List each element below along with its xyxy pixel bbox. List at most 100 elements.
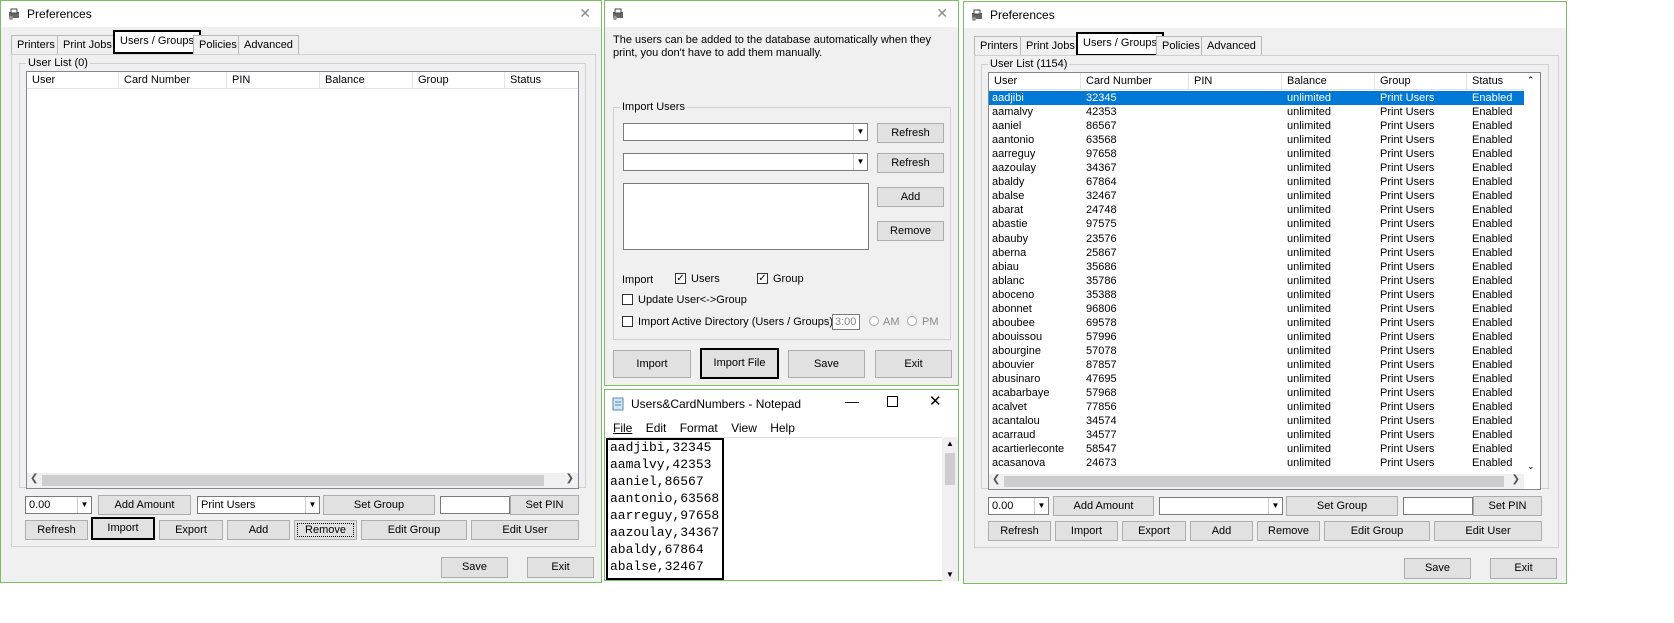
add-button[interactable]: Add (877, 187, 944, 207)
refresh-button[interactable]: Refresh (25, 520, 88, 540)
table-row[interactable]: abonnet 96806 unlimited Print Users Enabled (989, 302, 1524, 316)
set-group-button[interactable]: Set Group (323, 495, 435, 515)
scroll-down-icon[interactable]: ▼ (946, 570, 954, 579)
column-balance[interactable]: Balance (1282, 73, 1375, 90)
table-row[interactable]: acartierleconte 58547 unlimited Print Users… (989, 442, 1524, 456)
edit-user-button[interactable]: Edit User (471, 520, 579, 540)
import-button[interactable]: Import (613, 350, 691, 378)
vertical-scrollbar[interactable]: ⌃ ⌄ (1524, 73, 1540, 474)
menu-edit[interactable]: Edit (646, 421, 667, 435)
edit-group-button[interactable]: Edit Group (1324, 521, 1430, 541)
table-row[interactable]: abouissou 57996 unlimited Print Users Enable… (989, 330, 1524, 344)
menu-help[interactable]: Help (770, 421, 795, 435)
notepad-text-area[interactable]: aadjibi,32345 aamalvy,42353 aaniel,86567… (605, 437, 943, 581)
maximize-icon[interactable] (887, 396, 898, 407)
table-row[interactable]: acarraud 34577 unlimited Print Users Enabled (989, 428, 1524, 442)
table-row[interactable]: abaldy 67864 unlimited Print Users Enabled (989, 175, 1524, 189)
column-user[interactable]: User (27, 72, 119, 89)
table-row[interactable]: aadjibi 32345 unlimited Print Users Enabled (989, 91, 1525, 106)
column-status[interactable]: Status (1467, 73, 1525, 90)
table-row[interactable]: abouvier 87857 unlimited Print Users Enabled (989, 358, 1524, 372)
scroll-up-icon[interactable]: ▲ (946, 439, 954, 448)
tab-printers[interactable]: Printers (11, 35, 61, 55)
horizontal-scrollbar[interactable]: ❮ ❯ (989, 474, 1524, 489)
tab-advanced[interactable]: Advanced (1201, 36, 1262, 56)
am-radio[interactable] (869, 316, 879, 326)
import-button[interactable]: Import (1055, 521, 1118, 541)
column-pin[interactable]: PIN (1189, 73, 1282, 90)
import-file-button[interactable]: Import File (700, 348, 779, 379)
tab-advanced[interactable]: Advanced (238, 35, 299, 55)
column-group[interactable]: Group (1375, 73, 1467, 90)
column-status[interactable]: Status (505, 72, 579, 89)
amount-select[interactable]: 0.00 ▼ (988, 497, 1049, 515)
save-button[interactable]: Save (788, 350, 865, 378)
group-select[interactable]: ▼ (1159, 497, 1283, 515)
scroll-right-icon[interactable]: ❯ (566, 473, 574, 484)
scroll-thumb[interactable] (1004, 476, 1504, 487)
set-pin-button[interactable]: Set PIN (1473, 496, 1542, 516)
column-card-number[interactable]: Card Number (119, 72, 227, 89)
scroll-left-icon[interactable]: ❮ (992, 474, 1000, 485)
tab-print-jobs[interactable]: Print Jobs (57, 35, 118, 55)
scroll-up-icon[interactable]: ⌃ (1527, 75, 1535, 86)
user-list-table[interactable]: User Card Number PIN Balance Group Statu… (988, 72, 1541, 490)
refresh-button[interactable]: Refresh (988, 521, 1051, 541)
column-card-number[interactable]: Card Number (1081, 73, 1189, 90)
edit-group-button[interactable]: Edit Group (361, 520, 467, 540)
column-user[interactable]: User (989, 73, 1081, 90)
exit-button[interactable]: Exit (875, 350, 952, 378)
tab-users-groups[interactable]: Users / Groups (113, 30, 201, 54)
import-button[interactable]: Import (91, 517, 155, 540)
tab-users-groups[interactable]: Users / Groups (1076, 32, 1164, 56)
table-row[interactable]: aazoulay 34367 unlimited Print Users Enabled (989, 161, 1524, 175)
tab-policies[interactable]: Policies (1156, 36, 1206, 56)
set-group-button[interactable]: Set Group (1286, 496, 1398, 516)
table-row[interactable]: acabarbaye 57968 unlimited Print Users Enabl… (989, 386, 1524, 400)
table-row[interactable]: abauby 23576 unlimited Print Users Enabled (989, 232, 1524, 246)
set-pin-button[interactable]: Set PIN (510, 495, 579, 515)
table-row[interactable]: abarat 24748 unlimited Print Users Enabled (989, 203, 1524, 217)
remove-button[interactable]: Remove (294, 520, 357, 540)
menu-file[interactable]: File (613, 421, 632, 435)
source-select-1[interactable]: ▼ (623, 123, 868, 141)
table-row[interactable]: aamalvy 42353 unlimited Print Users Enabled (989, 105, 1524, 119)
export-button[interactable]: Export (1122, 521, 1186, 541)
tab-policies[interactable]: Policies (193, 35, 243, 55)
table-row[interactable]: aboubee 69578 unlimited Print Users Enabled (989, 316, 1524, 330)
add-button[interactable]: Add (227, 520, 290, 540)
table-row[interactable]: aboceno 35388 unlimited Print Users Enabled (989, 288, 1524, 302)
close-icon[interactable]: ✕ (579, 5, 591, 22)
exit-button[interactable]: Exit (1490, 558, 1557, 579)
add-button[interactable]: Add (1190, 521, 1253, 541)
table-row[interactable]: acantalou 34574 unlimited Print Users Enable… (989, 414, 1524, 428)
scroll-right-icon[interactable]: ❯ (1512, 474, 1520, 485)
refresh-button-1[interactable]: Refresh (877, 123, 944, 143)
group-checkbox[interactable]: ✓ (757, 273, 768, 284)
export-button[interactable]: Export (159, 520, 223, 540)
table-row[interactable]: abusinaro 47695 unlimited Print Users Enable… (989, 372, 1524, 386)
horizontal-scrollbar[interactable]: ❮ ❯ (27, 473, 578, 488)
menu-view[interactable]: View (731, 421, 757, 435)
save-button[interactable]: Save (441, 557, 508, 578)
column-group[interactable]: Group (413, 72, 505, 89)
table-row[interactable]: abalse 32467 unlimited Print Users Enabled (989, 189, 1524, 203)
save-button[interactable]: Save (1404, 558, 1471, 579)
users-checkbox[interactable]: ✓ (675, 273, 686, 284)
exit-button[interactable]: Exit (527, 557, 594, 578)
close-icon[interactable]: ✕ (929, 392, 942, 410)
table-row[interactable]: abourgine 57078 unlimited Print Users Enable… (989, 344, 1524, 358)
table-row[interactable]: abastie 97575 unlimited Print Users Enabled (989, 217, 1524, 231)
close-icon[interactable]: ✕ (936, 5, 948, 22)
pm-radio[interactable] (907, 316, 917, 326)
table-row[interactable]: abiau 35686 unlimited Print Users Enabled (989, 260, 1524, 274)
table-row[interactable]: acasanova 24673 unlimited Print Users Enable… (989, 456, 1524, 470)
remove-button[interactable]: Remove (1257, 521, 1320, 541)
tab-print-jobs[interactable]: Print Jobs (1020, 36, 1081, 56)
column-pin[interactable]: PIN (227, 72, 320, 89)
table-row[interactable]: aarreguy 97658 unlimited Print Users Enabled (989, 147, 1524, 161)
tab-printers[interactable]: Printers (974, 36, 1024, 56)
add-amount-button[interactable]: Add Amount (98, 495, 191, 515)
group-select[interactable]: Print Users ▼ (197, 496, 320, 514)
import-ad-checkbox[interactable] (622, 316, 633, 327)
